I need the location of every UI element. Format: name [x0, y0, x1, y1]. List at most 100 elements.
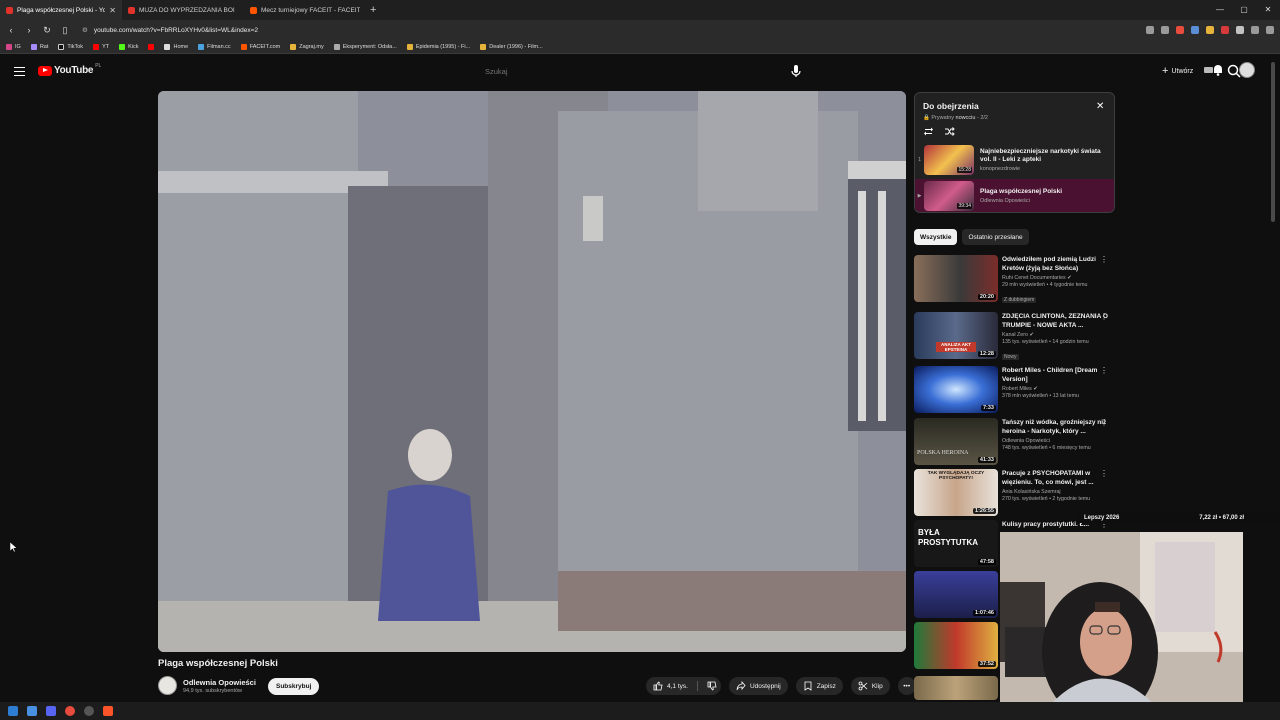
share-icon[interactable]	[1161, 26, 1169, 34]
chip-all[interactable]: Wszystkie	[914, 229, 958, 245]
reload-icon[interactable]: ↻	[42, 25, 52, 36]
bookmark-item[interactable]: IG	[6, 43, 21, 50]
scrollbar[interactable]	[1270, 62, 1276, 222]
browser-tab-bar: Plaga współczesnej Polski - Yo ✕ MUZA DO…	[0, 0, 1280, 20]
recommendation-item[interactable]: POLSKA HEROINA 41:33 Tańszy niż wódka, g…	[914, 418, 1118, 468]
url-field[interactable]: ⚙ youtube.com/watch?v=FbRRLoXYHv0&list=W…	[78, 23, 1078, 37]
minimize-icon[interactable]: —	[1208, 0, 1232, 20]
bookmark-item[interactable]: TikTok	[58, 43, 83, 50]
youtube-logo[interactable]: YouTube PL	[38, 63, 101, 76]
dislike-icon[interactable]	[707, 681, 717, 691]
shuffle-icon[interactable]	[944, 126, 955, 137]
playlist-item[interactable]: 1 15:28 Najniebezpieczniejsze narkotyki …	[915, 143, 1114, 177]
video-thumbnail: 20:20	[914, 255, 998, 302]
video-frame	[158, 91, 906, 652]
video-thumbnail: BYŁA PROSTYTUTKA 47:58	[914, 520, 998, 567]
close-icon[interactable]: ✕	[109, 6, 116, 15]
bookmark-item[interactable]: Home	[164, 43, 188, 50]
app-icon[interactable]	[27, 706, 37, 716]
bookmark-item[interactable]: Dealer (1996) - Film...	[480, 43, 543, 50]
like-icon[interactable]	[653, 681, 663, 691]
tab-label: Plaga współczesnej Polski - Yo	[17, 6, 106, 14]
brave-shield-icon[interactable]	[1176, 26, 1184, 34]
tab-label: MUZA DO WYPRZEDZANIA BOI	[139, 6, 235, 14]
close-icon[interactable]: ✕	[1096, 101, 1104, 112]
bookmark-item[interactable]: YT	[93, 43, 109, 50]
video-player[interactable]	[158, 91, 906, 652]
tab-label: Mecz turniejowy FACEIT - FACEIT.com	[261, 6, 360, 14]
playlist-item-current[interactable]: ▶ 39:34 Plaga współczesnej Polski Odlewn…	[915, 179, 1114, 212]
overlay-value: 7,22 zł • 67,00 zł	[1199, 514, 1244, 521]
bookmark-item[interactable]: Filman.cc	[198, 43, 231, 50]
stream-overlay-bar: Lepszy 2026 7,22 zł • 67,00 zł	[1078, 512, 1280, 523]
filter-chips: Wszystkie Ostatnio przesłane	[914, 229, 1029, 245]
browser-tab-0[interactable]: Plaga współczesnej Polski - Yo ✕	[0, 0, 122, 20]
maximize-icon[interactable]: ▢	[1232, 0, 1256, 20]
recommendation-item[interactable]: ANALIZA AKT EPSTEINA 12:28 ZDJĘCIA CLINT…	[914, 312, 1118, 362]
extension-icon[interactable]	[1236, 26, 1244, 34]
close-window-icon[interactable]: ✕	[1256, 0, 1280, 20]
menu-icon[interactable]	[1266, 26, 1274, 34]
video-thumbnail: 37:52	[914, 622, 998, 669]
bookmark-item[interactable]: Kick	[119, 43, 138, 50]
bookmark-item[interactable]: Rat	[30, 43, 48, 50]
bookmark-item[interactable]: Epidemia (1995) - Fi...	[406, 43, 470, 50]
chrome-icon[interactable]	[65, 706, 75, 716]
share-button[interactable]: Udostępnij	[728, 677, 788, 695]
playlist-meta: 🔒 Prywatny nowcciu - 2/2	[923, 115, 988, 121]
menu-icon[interactable]	[14, 67, 25, 76]
more-vertical-icon[interactable]: ⋮	[1100, 312, 1108, 321]
forward-icon[interactable]: ›	[24, 25, 34, 35]
more-vertical-icon[interactable]: ⋮	[1100, 469, 1108, 478]
more-vertical-icon[interactable]: ⋮	[1100, 255, 1108, 264]
playlist-panel: Do obejrzenia 🔒 Prywatny nowcciu - 2/2 ✕…	[914, 92, 1115, 213]
recommendation-item[interactable]: 20:20 Odwiedziłem pod ziemią Ludzi Kretó…	[914, 255, 1118, 305]
browser-tab-1[interactable]: MUZA DO WYPRZEDZANIA BOI	[122, 0, 244, 20]
back-icon[interactable]: ‹	[6, 25, 16, 35]
discord-icon[interactable]	[46, 706, 56, 716]
new-tab-button[interactable]: +	[370, 4, 376, 16]
extension-icon[interactable]	[1191, 26, 1199, 34]
site-info-icon[interactable]: ⚙	[82, 26, 88, 34]
download-icon[interactable]	[1251, 26, 1259, 34]
extension-icon[interactable]	[1146, 26, 1154, 34]
youtube-play-icon	[38, 65, 52, 76]
brave-icon[interactable]	[103, 706, 113, 716]
account-avatar[interactable]	[1239, 62, 1255, 78]
search-box	[474, 60, 1241, 82]
microphone-icon[interactable]	[787, 62, 805, 80]
video-actions: 4,1 tys. Udostępnij Zapisz Klip •••	[646, 677, 916, 695]
youtube-icon	[128, 6, 135, 14]
more-vertical-icon[interactable]: ⋮	[1100, 418, 1108, 427]
subscribe-button[interactable]: Subskrybuj	[268, 678, 320, 695]
more-vertical-icon[interactable]: ⋮	[1100, 366, 1108, 375]
clip-button[interactable]: Klip	[850, 677, 890, 695]
app-icon[interactable]	[84, 706, 94, 716]
video-thumbnail: 7:33	[914, 366, 998, 413]
video-thumbnail: POLSKA HEROINA 41:33	[914, 418, 998, 465]
recommendation-item[interactable]: 7:33 Robert Miles - Children [Dream Vers…	[914, 366, 1118, 416]
more-actions-button[interactable]: •••	[897, 677, 916, 695]
browser-tab-2[interactable]: Mecz turniejowy FACEIT - FACEIT.com	[244, 0, 366, 20]
like-dislike-group: 4,1 tys.	[646, 677, 721, 695]
search-input[interactable]	[474, 61, 746, 81]
extension-icon[interactable]	[1221, 26, 1229, 34]
create-button[interactable]: + Utwórz	[1156, 62, 1199, 80]
chip-recent[interactable]: Ostatnio przesłane	[962, 229, 1029, 245]
bookmark-item[interactable]: Eksperyment: Odsła...	[333, 43, 397, 50]
notifications-bell-icon[interactable]	[1211, 63, 1225, 77]
save-button[interactable]: Zapisz	[795, 677, 843, 695]
windows-start-icon[interactable]	[8, 706, 18, 716]
bookmark-item[interactable]: FACEIT.com	[240, 43, 280, 50]
video-thumbnail: 1:07:46	[914, 571, 998, 618]
loop-icon[interactable]	[923, 126, 934, 137]
bookmark-icon[interactable]: ▯	[60, 25, 70, 36]
bookmark-item[interactable]: Zagraj.my	[290, 43, 324, 50]
like-count[interactable]: 4,1 tys.	[667, 683, 688, 690]
bookmark-item[interactable]	[148, 43, 155, 50]
playlist-title[interactable]: Do obejrzenia	[923, 101, 979, 111]
channel-name[interactable]: Odlewnia Opowieści	[183, 678, 256, 687]
channel-avatar[interactable]	[158, 676, 177, 695]
more-horizontal-icon: •••	[903, 682, 911, 690]
extension-icon[interactable]	[1206, 26, 1214, 34]
